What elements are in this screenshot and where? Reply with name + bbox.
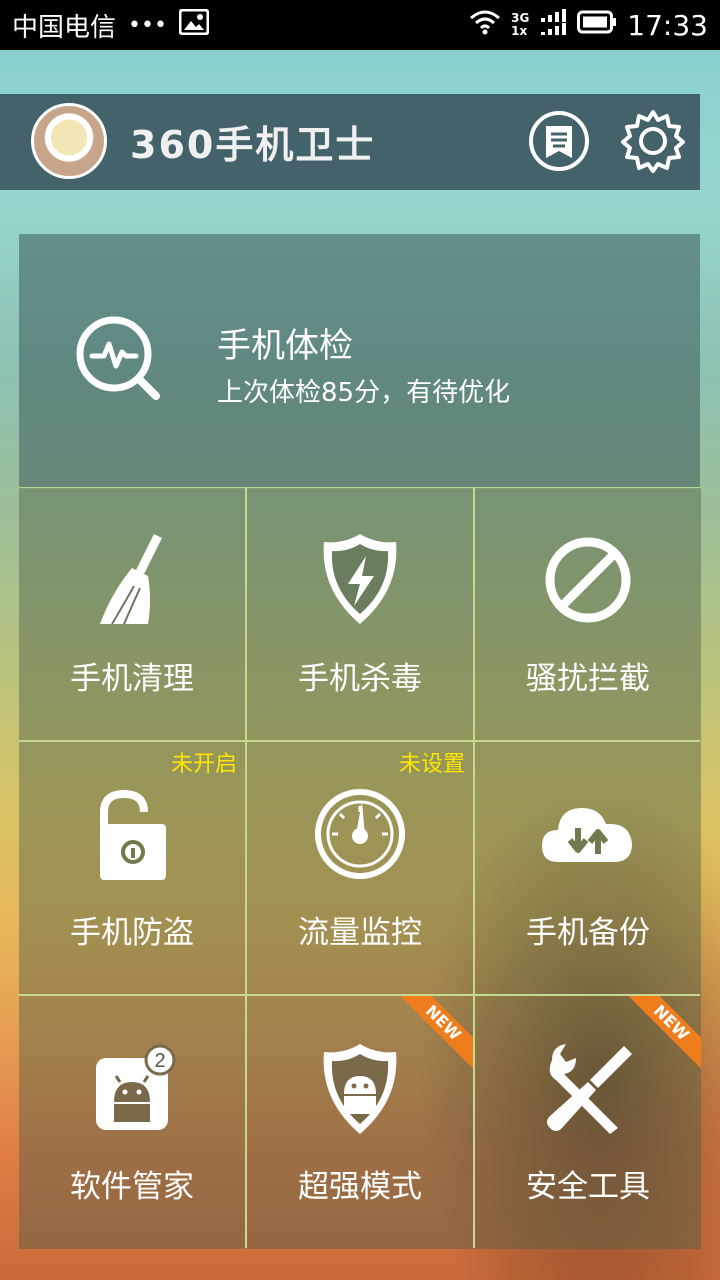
carrier-name: 中国电信 bbox=[12, 12, 117, 43]
tile-label: 手机备份 bbox=[526, 915, 650, 951]
android-shield-icon bbox=[310, 1038, 410, 1138]
tile-label: 手机杀毒 bbox=[298, 661, 422, 697]
gear-icon[interactable] bbox=[620, 108, 686, 174]
tile-label: 手机防盗 bbox=[70, 915, 194, 951]
network-1x-label: 1x bbox=[511, 24, 528, 38]
shield-bolt-icon bbox=[310, 530, 410, 630]
tile-label: 超强模式 bbox=[298, 1169, 422, 1205]
grid-divider bbox=[19, 994, 700, 996]
network-3g-label: 3G bbox=[511, 11, 530, 25]
status-badge: 未设置 bbox=[398, 752, 465, 777]
notification-dots: ••• bbox=[128, 12, 167, 38]
update-count: 2 bbox=[154, 1050, 165, 1072]
tile-label: 安全工具 bbox=[526, 1169, 650, 1205]
app-title: 360手机卫士 bbox=[130, 123, 376, 167]
tile-label: 骚扰拦截 bbox=[526, 661, 650, 697]
tools-icon bbox=[538, 1038, 638, 1138]
tile-label: 流量监控 bbox=[298, 915, 422, 951]
status-badge: 未开启 bbox=[170, 752, 237, 777]
app-header: 360手机卫士 bbox=[0, 94, 700, 190]
tile-label: 手机清理 bbox=[70, 661, 194, 697]
clock: 17:33 bbox=[627, 8, 708, 42]
checkup-subtitle: 上次体检85分，有待优化 bbox=[217, 378, 511, 408]
tile-phone-backup[interactable]: 手机备份 bbox=[475, 742, 701, 995]
gauge-icon bbox=[310, 784, 410, 884]
checkup-title: 手机体检 bbox=[217, 326, 353, 366]
medal-icon[interactable] bbox=[526, 108, 592, 174]
broom-icon bbox=[82, 530, 182, 630]
block-icon bbox=[538, 530, 638, 630]
status-bar: 中国电信 ••• 3G 1x 17:33 bbox=[0, 0, 720, 50]
tile-antivirus[interactable]: 手机杀毒 bbox=[247, 488, 473, 741]
tile-block-harassment[interactable]: 骚扰拦截 bbox=[475, 488, 701, 741]
unlock-icon bbox=[82, 784, 182, 884]
tile-phone-cleanup[interactable]: 手机清理 bbox=[19, 488, 245, 741]
avatar[interactable] bbox=[31, 103, 107, 179]
tile-software-manager[interactable]: 2 软件管家 bbox=[19, 996, 245, 1249]
wifi-icon bbox=[469, 9, 501, 42]
cloud-sync-icon bbox=[538, 784, 638, 884]
network-indicator: 3G 1x bbox=[511, 12, 529, 38]
battery-icon bbox=[577, 9, 617, 42]
signal-icon bbox=[539, 8, 567, 43]
tile-super-mode[interactable]: NEW 超强模式 bbox=[247, 996, 473, 1249]
checkup-magnifier-icon bbox=[74, 314, 164, 404]
tile-label: 软件管家 bbox=[70, 1169, 194, 1205]
tile-traffic-monitor[interactable]: 未设置 流量监控 bbox=[247, 742, 473, 995]
grid-divider bbox=[473, 488, 475, 1248]
phone-checkup-card[interactable]: 手机体检 上次体检85分，有待优化 bbox=[19, 234, 700, 489]
grid-divider bbox=[245, 488, 247, 1248]
tile-security-tools[interactable]: NEW 安全工具 bbox=[475, 996, 701, 1249]
android-box-icon: 2 bbox=[82, 1038, 182, 1138]
grid-divider bbox=[19, 740, 700, 742]
image-notification-icon bbox=[178, 8, 210, 42]
tile-anti-theft[interactable]: 未开启 手机防盗 bbox=[19, 742, 245, 995]
feature-grid: 手机体检 上次体检85分，有待优化 手机清理 手机杀毒 骚扰拦截 未开启 手机防… bbox=[19, 234, 701, 1249]
